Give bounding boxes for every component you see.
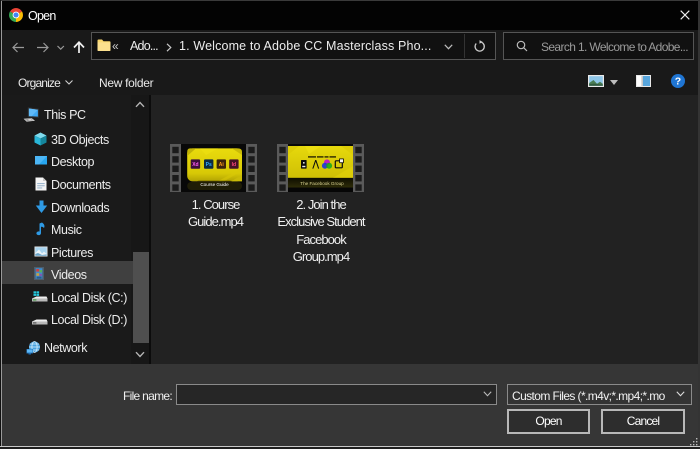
svg-text:The Facebook Group: The Facebook Group [300,181,344,186]
svg-text:Ai: Ai [219,162,225,168]
svg-text:Id: Id [232,162,236,168]
svg-text:Course Guide: Course Guide [200,182,229,187]
svg-text:Xd: Xd [192,162,198,168]
svg-text:Ps: Ps [206,162,212,168]
svg-text:?: ? [675,76,681,88]
